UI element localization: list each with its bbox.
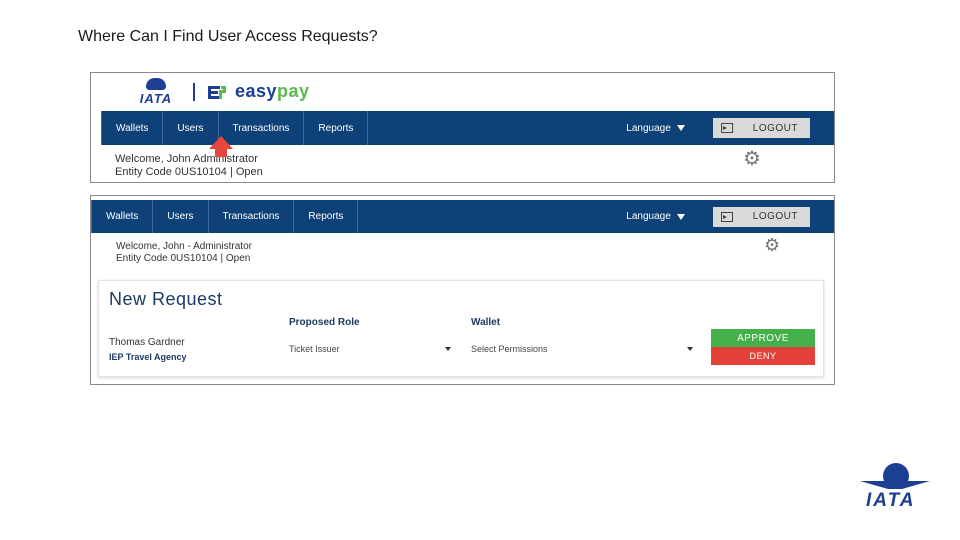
brand-easy: easy (235, 81, 278, 101)
approve-button[interactable]: APPROVE (711, 329, 815, 347)
caret-down-icon (676, 213, 685, 220)
wing-shape (860, 481, 930, 489)
deny-button[interactable]: DENY (711, 347, 815, 365)
col-wallet: Wallet (471, 317, 501, 328)
caret-down-icon (676, 125, 685, 131)
entity-code: Entity Code 0US10104 | Open (116, 253, 251, 264)
iata-logo: IATA (127, 77, 185, 106)
role-select[interactable]: Ticket Issuer (289, 343, 451, 355)
welcome-line: Welcome, John - Administrator (116, 241, 252, 252)
wallet-select-value: Select Permissions (471, 344, 548, 354)
iata-footer-wordmark: IATA (866, 490, 916, 511)
brand-header: IATA easypay (91, 73, 834, 110)
role-select-value: Ticket Issuer (289, 344, 340, 354)
nav-wallets[interactable]: Wallets (101, 111, 164, 145)
globe-icon (146, 77, 166, 90)
nav-transactions[interactable]: Transactions (209, 200, 295, 233)
iata-wordmark: IATA (139, 90, 173, 106)
arrow-stem (215, 148, 227, 157)
logout-button[interactable]: LOGOUT (712, 118, 810, 138)
caret-down-icon (687, 347, 693, 351)
caret-down-icon (445, 347, 451, 351)
new-request-panel: New Request Proposed Role Wallet Thomas … (98, 280, 824, 377)
requester-name: Thomas Gardner (109, 337, 185, 348)
welcome-info: Welcome, John Administrator Entity Code … (115, 153, 263, 179)
wallet-select[interactable]: Select Permissions (471, 343, 693, 355)
main-nav: Wallets Users Transactions Reports Langu… (91, 200, 834, 233)
logo-divider (193, 82, 195, 101)
language-label: Language (626, 211, 671, 222)
gear-icon[interactable]: ⚙ (743, 149, 761, 169)
exit-icon (720, 123, 733, 133)
easypay-icon (205, 84, 229, 100)
nav-reports[interactable]: Reports (304, 111, 369, 145)
screenshot-bottom: Wallets Users Transactions Reports Langu… (90, 195, 835, 385)
panel-title: New Request (109, 289, 223, 309)
language-dropdown[interactable]: Language (626, 111, 685, 145)
entity-code: Entity Code 0US10104 | Open (115, 166, 263, 178)
requester-agency: IEP Travel Agency (109, 352, 187, 362)
logout-label: LOGOUT (752, 122, 798, 134)
welcome-info: Welcome, John - Administrator Entity Cod… (116, 241, 252, 265)
slide-title: Where Can I Find User Access Requests? (78, 28, 378, 45)
logout-label: LOGOUT (752, 211, 798, 222)
iata-footer-logo: IATA (856, 463, 934, 513)
nav-wallets[interactable]: Wallets (91, 200, 154, 233)
gear-icon[interactable]: ⚙ (764, 236, 780, 254)
brand-pay: pay (277, 81, 310, 101)
language-dropdown[interactable]: Language (626, 200, 685, 233)
logout-button[interactable]: LOGOUT (712, 206, 810, 227)
exit-icon (720, 211, 733, 222)
screenshot-top: IATA easypay Wallets Users Transactions … (90, 72, 835, 183)
nav-reports[interactable]: Reports (294, 200, 359, 233)
easypay-logo: easypay (235, 81, 310, 102)
nav-users[interactable]: Users (153, 200, 209, 233)
col-proposed-role: Proposed Role (289, 317, 360, 328)
language-label: Language (626, 122, 671, 134)
welcome-line: Welcome, John Administrator (115, 153, 258, 165)
